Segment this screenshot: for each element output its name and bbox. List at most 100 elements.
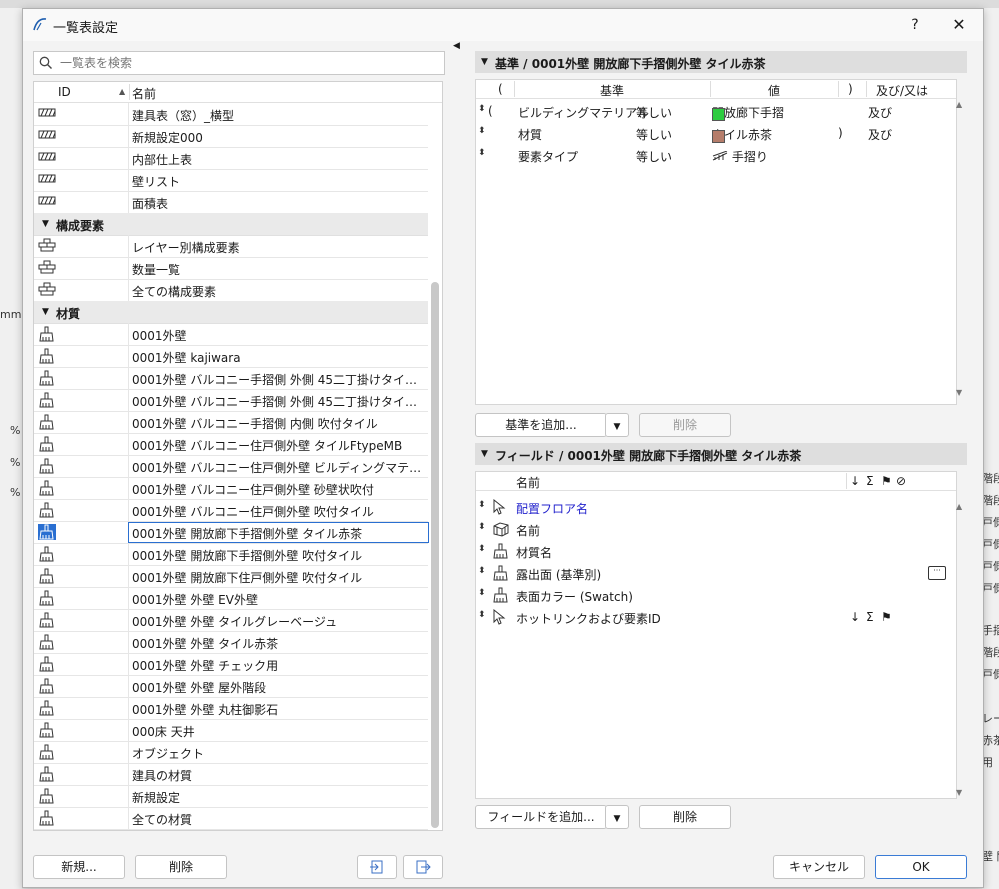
list-item[interactable]: 新規設定 <box>34 785 428 808</box>
export-button[interactable] <box>403 855 443 879</box>
field-row[interactable]: ⬍ 露出面 (基準別) ··· <box>476 562 956 584</box>
list-item[interactable]: 面積表 <box>34 191 428 214</box>
flag-icon[interactable]: ⚑ <box>881 474 892 488</box>
list-item[interactable]: 全ての構成要素 <box>34 279 428 302</box>
list-item[interactable]: 0001外壁 バルコニー住戸側外壁 砂壁状吹付 <box>34 477 428 500</box>
scroll-up-icon[interactable]: ▲ <box>956 100 962 109</box>
criteria-and-or[interactable]: 及び <box>868 126 892 143</box>
criteria-and-or[interactable]: 及び <box>868 104 892 121</box>
list-item[interactable]: 0001外壁 開放廊下住戸側外壁 吹付タイル <box>34 565 428 588</box>
delete-criteria-button[interactable]: 削除 <box>639 413 731 437</box>
criteria-operator[interactable]: 等しい <box>636 126 672 143</box>
list-group-header[interactable]: ▼ 構成要素 <box>34 213 428 236</box>
hide-icon[interactable]: ⊘ <box>896 474 906 488</box>
drag-handle-icon[interactable]: ⬍ <box>478 104 486 114</box>
item-name: 全ての構成要素 <box>132 285 217 299</box>
drag-handle-icon[interactable]: ⬍ <box>478 588 486 598</box>
list-item[interactable]: 新規設定000 <box>34 125 428 148</box>
list-item[interactable]: 建具表（窓）_横型 <box>34 103 428 126</box>
criteria-value[interactable]: 手摺り <box>712 148 768 165</box>
criteria-row[interactable]: ⬍( ビルディングマテリアル 等しい 開放廊下手摺 及び <box>476 100 956 122</box>
list-item[interactable]: 0001外壁 バルコニー住戸側外壁 ビルディングマテリアル... <box>34 455 428 478</box>
list-item[interactable]: 0001外壁 バルコニー手摺側 外側 45二丁掛けタイル... <box>34 367 428 390</box>
delete-field-button[interactable]: 削除 <box>639 805 731 829</box>
list-scrollbar[interactable] <box>431 282 439 828</box>
list-item[interactable]: 0001外壁 バルコニー手摺側 内側 吹付タイル <box>34 411 428 434</box>
criteria-property[interactable]: ビルディングマテリアル <box>518 104 649 121</box>
criteria-property[interactable]: 材質 <box>518 126 542 143</box>
list-item[interactable]: 000床 天井 <box>34 719 428 742</box>
list-item[interactable]: 0001外壁 外壁 丸柱御影石 <box>34 697 428 720</box>
scroll-down-icon[interactable]: ▼ <box>956 388 962 397</box>
list-item[interactable]: 0001外壁 バルコニー住戸側外壁 タイルFtypeMB <box>34 433 428 456</box>
drag-handle-icon[interactable]: ⬍ <box>478 126 486 136</box>
sort-down-icon[interactable]: ↓ <box>850 474 860 488</box>
close-button[interactable]: ✕ <box>949 15 969 35</box>
criteria-property[interactable]: 要素タイプ <box>518 148 578 165</box>
list-item[interactable]: 0001外壁 外壁 EV外壁 <box>34 587 428 610</box>
cancel-button[interactable]: キャンセル <box>773 855 865 879</box>
panel-splitter-arrow-icon[interactable]: ◀ <box>453 41 460 51</box>
fields-panel-header[interactable]: ▼ フィールド / 0001外壁 開放廊下手摺側外壁 タイル赤茶 <box>475 443 967 465</box>
add-field-dropdown[interactable]: ▼ <box>605 805 629 829</box>
criteria-close-paren[interactable]: ) <box>838 126 843 140</box>
criteria-value[interactable]: 開放廊下手摺 <box>712 104 784 121</box>
criteria-panel-header[interactable]: ▼ 基準 / 0001外壁 開放廊下手摺側外壁 タイル赤茶 <box>475 51 967 73</box>
search-input[interactable] <box>58 54 442 72</box>
add-field-button[interactable]: フィールドを追加... <box>475 805 607 829</box>
sort-down-icon[interactable]: ↓ <box>850 610 860 624</box>
drag-handle-icon[interactable]: ⬍ <box>478 566 486 576</box>
list-item[interactable]: 要素ごとの材質 <box>34 829 428 830</box>
drag-handle-icon[interactable]: ⬍ <box>478 610 486 620</box>
list-item[interactable]: 0001外壁 外壁 タイルグレーベージュ <box>34 609 428 632</box>
list-item[interactable]: 0001外壁 開放廊下手摺側外壁 吹付タイル <box>34 543 428 566</box>
criteria-operator[interactable]: 等しい <box>636 104 672 121</box>
flag-icon[interactable]: ⚑ <box>881 610 892 624</box>
list-item[interactable]: 数量一覧 <box>34 257 428 280</box>
list-group-header[interactable]: ▼ 材質 <box>34 301 428 324</box>
criteria-value[interactable]: タイル赤茶 <box>712 126 772 143</box>
list-item-selected[interactable]: 0001外壁 開放廊下手摺側外壁 タイル赤茶 <box>34 521 429 544</box>
drag-handle-icon[interactable]: ⬍ <box>478 148 486 158</box>
field-row[interactable]: ⬍ 表面カラー (Swatch) <box>476 584 956 606</box>
list-item[interactable]: 0001外壁 バルコニー手摺側 外側 45二丁掛けタイル... <box>34 389 428 412</box>
field-row[interactable]: ⬍ 名前 <box>476 518 956 540</box>
item-name: 0001外壁 外壁 タイル赤茶 <box>132 637 279 651</box>
list-item[interactable]: オブジェクト <box>34 741 428 764</box>
list-item[interactable]: 0001外壁 <box>34 323 428 346</box>
list-item[interactable]: 建具の材質 <box>34 763 428 786</box>
add-criteria-button[interactable]: 基準を追加... <box>475 413 607 437</box>
import-button[interactable] <box>357 855 397 879</box>
criteria-operator[interactable]: 等しい <box>636 148 672 165</box>
sum-icon[interactable]: Σ <box>866 474 874 488</box>
drag-handle-icon[interactable]: ⬍ <box>478 544 486 554</box>
list-item[interactable]: 0001外壁 外壁 屋外階段 <box>34 675 428 698</box>
help-button[interactable]: ? <box>905 15 925 35</box>
column-header-id[interactable]: ID <box>58 85 71 99</box>
field-row[interactable]: ⬍ ホットリンクおよび要素ID ↓ Σ ⚑ <box>476 606 956 628</box>
list-item[interactable]: 0001外壁 バルコニー住戸側外壁 吹付タイル <box>34 499 428 522</box>
options-icon[interactable]: ··· <box>928 566 946 580</box>
add-criteria-dropdown[interactable]: ▼ <box>605 413 629 437</box>
field-row[interactable]: ⬍ 配置フロア名 <box>476 496 956 518</box>
criteria-row[interactable]: ⬍ 要素タイプ 等しい 手摺り <box>476 144 956 166</box>
list-item[interactable]: 内部仕上表 <box>34 147 428 170</box>
criteria-open-paren[interactable]: ( <box>488 104 493 118</box>
sum-icon[interactable]: Σ <box>866 610 874 624</box>
list-item[interactable]: 0001外壁 kajiwara <box>34 345 428 368</box>
scroll-up-icon[interactable]: ▲ <box>956 502 962 511</box>
drag-handle-icon[interactable]: ⬍ <box>478 522 486 532</box>
delete-schedule-button[interactable]: 削除 <box>135 855 227 879</box>
list-item[interactable]: レイヤー別構成要素 <box>34 235 428 258</box>
criteria-row[interactable]: ⬍ 材質 等しい タイル赤茶) 及び <box>476 122 956 144</box>
field-row[interactable]: ⬍ 材質名 <box>476 540 956 562</box>
new-button[interactable]: 新規... <box>33 855 125 879</box>
list-item[interactable]: 0001外壁 外壁 タイル赤茶 <box>34 631 428 654</box>
list-item[interactable]: 全ての材質 <box>34 807 428 830</box>
list-item[interactable]: 0001外壁 外壁 チェック用 <box>34 653 428 676</box>
ok-button[interactable]: OK <box>875 855 967 879</box>
scroll-down-icon[interactable]: ▼ <box>956 788 962 797</box>
list-item[interactable]: 壁リスト <box>34 169 428 192</box>
drag-handle-icon[interactable]: ⬍ <box>478 500 486 510</box>
column-header-name[interactable]: 名前 <box>132 85 156 102</box>
